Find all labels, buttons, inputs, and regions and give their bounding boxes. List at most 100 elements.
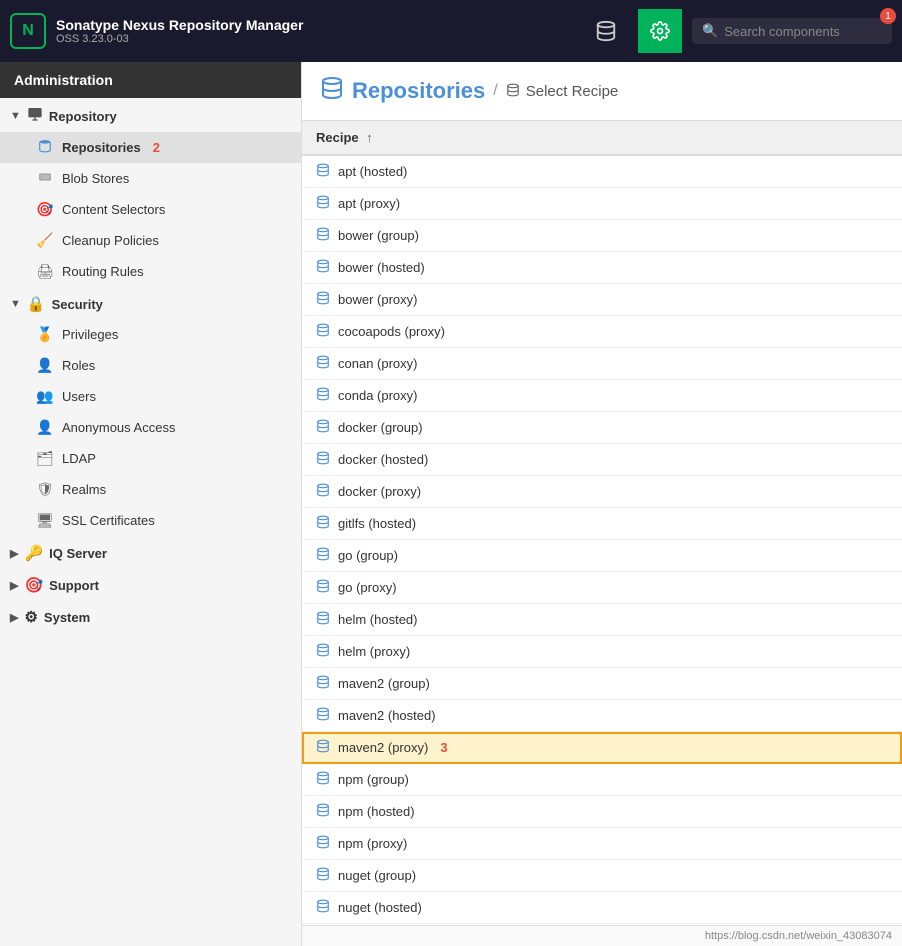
app-name: Sonatype Nexus Repository Manager [56,17,303,33]
realms-icon: 🛡 [36,481,54,498]
admin-button[interactable]: 1 [638,9,682,53]
sidebar-item-routing-rules[interactable]: 🖨 Routing Rules [0,256,301,287]
row-db-icon [316,611,330,628]
sidebar-header: Administration [0,62,301,98]
row-label: maven2 (group) [338,676,430,691]
sidebar-item-blob-stores[interactable]: Blob Stores [0,163,301,194]
sidebar-item-realms[interactable]: 🛡 Realms [0,474,301,505]
table-row[interactable]: nuget (hosted) [302,892,902,924]
repository-section-icon [27,106,43,126]
table-row[interactable]: cocoapods (proxy) [302,316,902,348]
table-row[interactable]: bower (proxy) [302,284,902,316]
row-db-icon [316,675,330,692]
table-row[interactable]: helm (proxy) [302,636,902,668]
sidebar-item-privileges[interactable]: 🏅 Privileges [0,319,301,350]
table-row[interactable]: apt (proxy) [302,188,902,220]
sidebar-section-security[interactable]: ▼ 🔒 Security [0,287,301,319]
table-row[interactable]: maven2 (proxy)3 [302,732,902,764]
search-box[interactable]: 🔍 [692,18,892,44]
row-label: npm (hosted) [338,804,415,819]
sidebar-item-anonymous-access[interactable]: 👤 Anonymous Access [0,412,301,443]
table-row[interactable]: bower (hosted) [302,252,902,284]
table-row[interactable]: npm (group) [302,764,902,796]
row-db-icon [316,195,330,212]
row-label: nuget (group) [338,868,416,883]
row-label: bower (group) [338,228,419,243]
table-row[interactable]: npm (hosted) [302,796,902,828]
sidebar-section-repository[interactable]: ▼ Repository [0,98,301,132]
roles-label: Roles [62,358,95,373]
search-icon: 🔍 [702,23,718,39]
table-row[interactable]: gitlfs (hosted) [302,508,902,540]
table-row[interactable]: go (group) [302,540,902,572]
table-row[interactable]: nuget (group) [302,860,902,892]
browse-icon[interactable] [584,9,628,53]
security-section-label: Security [52,297,103,312]
row-label: go (proxy) [338,580,397,595]
content-area: Repositories / Select Recipe Recipe [302,62,902,946]
table-row[interactable]: docker (proxy) [302,476,902,508]
row-db-icon [316,227,330,244]
table-row[interactable]: npm (proxy) [302,828,902,860]
row-db-icon [316,579,330,596]
row-label: npm (proxy) [338,836,407,851]
row-db-icon [316,515,330,532]
support-section-label: Support [49,578,99,593]
main-layout: Administration ▼ Repository Repositories… [0,62,902,946]
table-row[interactable]: conan (proxy) [302,348,902,380]
row-label: maven2 (hosted) [338,708,436,723]
sidebar-section-system[interactable]: ▶ ⚙ System [0,600,301,632]
recipe-table-container: Recipe ↑ apt (hosted) apt (proxy) bower (g… [302,121,902,925]
row-label: gitlfs (hosted) [338,516,416,531]
recipe-table: Recipe ↑ apt (hosted) apt (proxy) bower (g… [302,121,902,925]
security-arrow-icon: ▼ [10,298,21,310]
search-input[interactable] [724,24,882,39]
row-db-icon [316,867,330,884]
browse-button[interactable] [584,9,628,53]
row-db-icon [316,387,330,404]
sidebar-item-users[interactable]: 👥 Users [0,381,301,412]
sidebar-item-roles[interactable]: 👤 Roles [0,350,301,381]
sidebar-item-repositories[interactable]: Repositories 2 [0,132,301,163]
sort-asc-icon[interactable]: ↑ [366,130,373,145]
row-label: apt (proxy) [338,196,400,211]
row-db-icon [316,547,330,564]
sidebar-item-content-selectors[interactable]: 🎯 Content Selectors [0,194,301,225]
arrow-down-icon: ▼ [10,110,21,122]
row-label: conan (proxy) [338,356,417,371]
row-label: bower (hosted) [338,260,425,275]
sidebar-item-cleanup-policies[interactable]: 🧹 Cleanup Policies [0,225,301,256]
table-row[interactable]: bower (group) [302,220,902,252]
table-row[interactable]: go (proxy) [302,572,902,604]
table-row[interactable]: docker (hosted) [302,444,902,476]
anonymous-access-label: Anonymous Access [62,420,175,435]
app-version: OSS 3.23.0-03 [56,33,303,45]
row-db-icon [316,483,330,500]
row-db-icon [316,899,330,916]
row-db-icon [316,451,330,468]
row-label: nuget (hosted) [338,900,422,915]
table-row[interactable]: maven2 (group) [302,668,902,700]
table-row[interactable]: maven2 (hosted) [302,700,902,732]
sidebar-item-ldap[interactable]: 🗂 LDAP [0,443,301,474]
sidebar-item-ssl-certificates[interactable]: 🖥 SSL Certificates [0,505,301,536]
sidebar-section-support[interactable]: ▶ 🎯 Support [0,568,301,600]
roles-icon: 👤 [36,357,54,374]
cleanup-policies-label: Cleanup Policies [62,233,159,248]
row-db-icon [316,291,330,308]
ssl-certificates-icon: 🖥 [36,512,54,529]
row-db-icon [316,323,330,340]
row-db-icon [316,419,330,436]
row-db-icon [316,739,330,756]
sidebar-section-iq-server[interactable]: ▶ 🔑 IQ Server [0,536,301,568]
realms-label: Realms [62,482,106,497]
repositories-callout: 2 [153,140,160,155]
table-row[interactable]: conda (proxy) [302,380,902,412]
row-callout: 3 [440,740,447,755]
recipe-column-header: Recipe ↑ [302,121,902,155]
table-row[interactable]: helm (hosted) [302,604,902,636]
table-row[interactable]: docker (group) [302,412,902,444]
table-row[interactable]: apt (hosted) [302,155,902,188]
row-label: bower (proxy) [338,292,417,307]
header-db-icon [320,76,344,106]
